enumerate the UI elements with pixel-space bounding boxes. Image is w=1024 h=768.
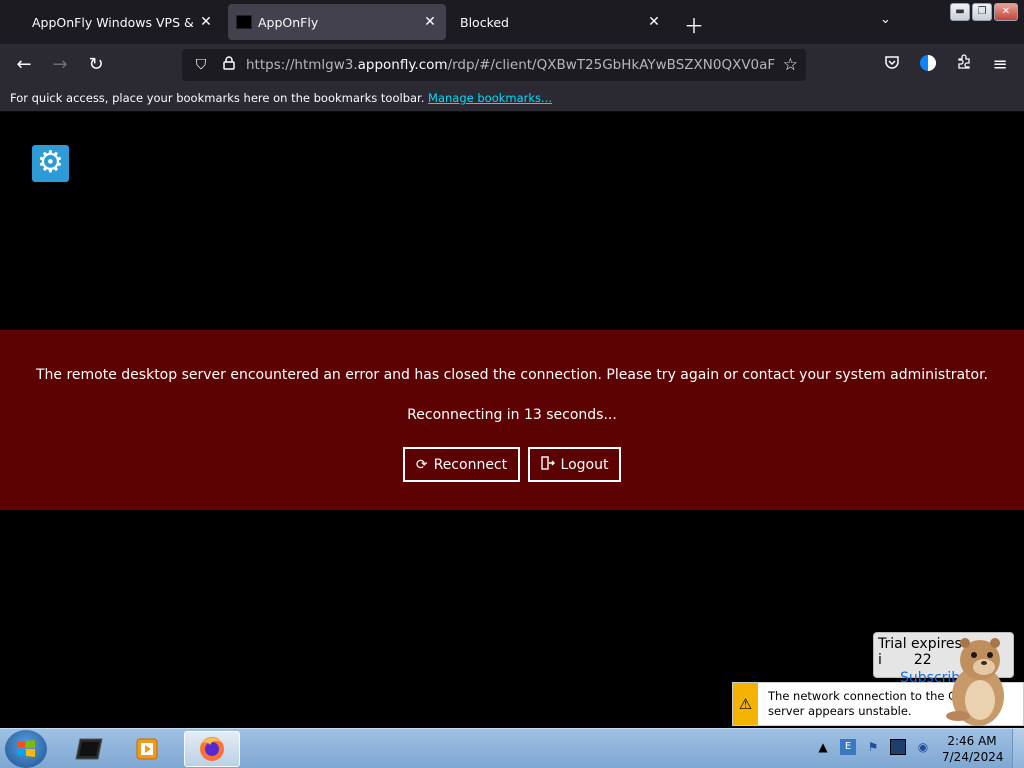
tab-strip: AppOnFly Windows VPS & Clo ✕ AppOnFly ✕ … — [0, 0, 1024, 44]
taskbar-app-terminal-icon[interactable] — [62, 731, 118, 767]
warning-icon: ⚠ — [733, 683, 758, 725]
list-all-tabs-chevron-icon[interactable]: ⌄ — [880, 12, 891, 27]
extensions-puzzle-icon[interactable] — [952, 54, 976, 76]
lock-icon[interactable] — [218, 56, 240, 74]
url-host: apponfly.com — [357, 57, 448, 73]
tab-title: Blocked — [460, 14, 509, 30]
error-message: The remote desktop server encountered an… — [35, 367, 989, 383]
connection-error-panel: The remote desktop server encountered an… — [0, 330, 1024, 510]
refresh-icon: ⟳ — [415, 456, 428, 473]
taskbar: ▲ E ⚑ ◉ 2:46 AM 7/24/2024 — [0, 728, 1024, 768]
tray-expand-arrow-icon[interactable]: ▲ — [815, 739, 831, 755]
forward-arrow-icon[interactable]: → — [48, 54, 72, 76]
tab-apponfly-windows-vps[interactable]: AppOnFly Windows VPS & Clo ✕ — [24, 4, 222, 40]
bookmarks-toolbar: For quick access, place your bookmarks h… — [0, 86, 1024, 112]
url-prefix: https://htmlgw3. — [246, 57, 358, 73]
reconnect-countdown: Reconnecting in 13 seconds... — [407, 407, 617, 423]
reconnect-button[interactable]: ⟳ Reconnect — [403, 447, 520, 482]
taskbar-media-player-icon[interactable] — [120, 731, 176, 767]
close-tab-icon[interactable]: ✕ — [646, 14, 662, 30]
rdp-client-viewport: ⚙ The remote desktop server encountered … — [0, 112, 1024, 728]
tab-apponfly[interactable]: AppOnFly ✕ — [228, 4, 446, 40]
minimize-button[interactable]: ▬ — [950, 3, 970, 21]
url-path: /rdp/#/client/QXBwT25GbHkAYwBSZXN0QXV0aF… — [447, 57, 775, 73]
tray-flag-icon[interactable]: ⚑ — [865, 739, 881, 755]
system-tray: ▲ E ⚑ ◉ — [815, 739, 931, 755]
menu-hamburger-icon[interactable]: ≡ — [988, 54, 1012, 76]
clock-time: 2:46 AM — [947, 734, 997, 748]
logout-button[interactable]: Logout — [528, 447, 621, 482]
taskbar-firefox-icon[interactable] — [184, 731, 240, 767]
pocket-icon[interactable] — [880, 54, 904, 76]
favicon-icon — [236, 15, 252, 29]
taskbar-clock[interactable]: 2:46 AM 7/24/2024 — [942, 733, 1004, 765]
window-controls: ▬ ❐ ✕ — [950, 3, 1018, 21]
tray-monitor-icon[interactable] — [890, 739, 906, 755]
mascot-image — [946, 638, 1004, 726]
start-button-windows-icon[interactable] — [5, 730, 47, 768]
tray-app-icon[interactable]: E — [840, 739, 856, 755]
close-tab-icon[interactable]: ✕ — [198, 14, 214, 30]
tab-blocked[interactable]: Blocked ✕ — [452, 4, 670, 40]
trial-text-tail: 22 — [913, 652, 932, 668]
close-window-button[interactable]: ✕ — [994, 3, 1018, 21]
bookmarks-hint-text: For quick access, place your bookmarks h… — [10, 91, 425, 105]
address-bar[interactable]: ⛉ https://htmlgw3.apponfly.com/rdp/#/cli… — [182, 49, 806, 81]
bookmark-star-icon[interactable]: ☆ — [783, 55, 798, 75]
tray-network-icon[interactable]: ◉ — [915, 739, 931, 755]
clock-date: 7/24/2024 — [942, 750, 1004, 764]
show-desktop-button[interactable] — [1012, 729, 1024, 768]
manage-bookmarks-link[interactable]: Manage bookmarks... — [428, 91, 552, 105]
maximize-button[interactable]: ❐ — [972, 3, 992, 21]
tab-title: AppOnFly Windows VPS & Clo — [32, 14, 198, 30]
reconnect-label: Reconnect — [433, 456, 508, 473]
tab-title: AppOnFly — [258, 14, 319, 30]
settings-gear-icon[interactable]: ⚙ — [32, 145, 69, 182]
back-arrow-icon[interactable]: ← — [12, 54, 36, 76]
close-tab-icon[interactable]: ✕ — [422, 14, 438, 30]
extension-contrast-icon[interactable] — [916, 54, 940, 76]
reload-icon[interactable]: ↻ — [84, 54, 108, 76]
shield-icon[interactable]: ⛉ — [190, 57, 212, 73]
logout-label: Logout — [560, 456, 609, 473]
new-tab-plus-icon[interactable]: ＋ — [684, 10, 704, 39]
navigation-toolbar: ← → ↻ ⛉ https://htmlgw3.apponfly.com/rdp… — [0, 44, 1024, 86]
url-text[interactable]: https://htmlgw3.apponfly.com/rdp/#/clien… — [246, 57, 775, 73]
logout-door-icon — [540, 455, 555, 474]
